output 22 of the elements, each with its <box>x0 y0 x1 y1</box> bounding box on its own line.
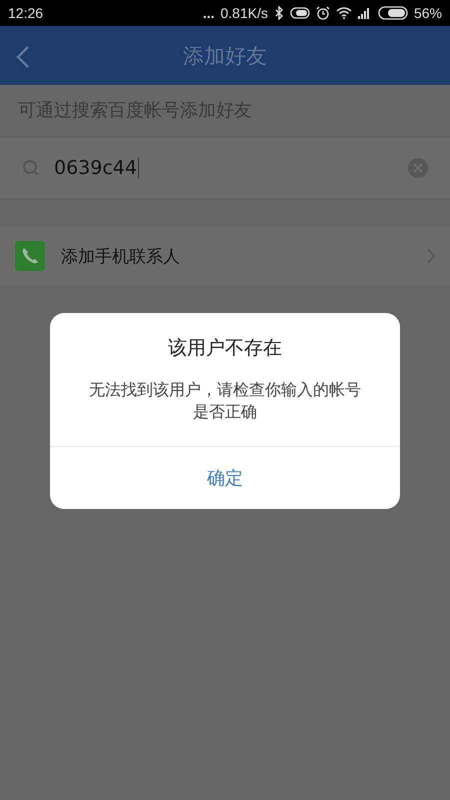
wifi-icon <box>336 7 352 19</box>
more-dots: ... <box>202 5 214 21</box>
page-title: 添加好友 <box>183 42 267 70</box>
phone-icon <box>15 241 45 271</box>
contacts-row[interactable]: 添加手机联系人 <box>0 226 450 286</box>
back-icon <box>16 45 30 69</box>
signal-icon <box>358 7 372 19</box>
search-icon <box>22 159 40 177</box>
battery-percent: 56% <box>414 5 442 21</box>
clear-icon[interactable] <box>408 158 428 178</box>
network-speed: 0.81K/s <box>220 5 268 21</box>
toggle-icon <box>290 7 310 19</box>
row-label: 添加手机联系人 <box>61 246 181 268</box>
chevron-icon <box>426 247 436 265</box>
dialog-message: 无法找到该用户，请检查你输入的帐号是否正确 <box>88 379 362 422</box>
bluetooth-icon <box>274 6 284 20</box>
clock: 12:26 <box>8 5 44 21</box>
dialog-title: 该用户不存在 <box>168 336 282 361</box>
battery-icon <box>378 6 408 20</box>
confirm-button[interactable]: 确定 <box>50 446 400 510</box>
search-field[interactable]: 0639c44 <box>0 136 450 200</box>
alarm-icon <box>316 6 330 20</box>
